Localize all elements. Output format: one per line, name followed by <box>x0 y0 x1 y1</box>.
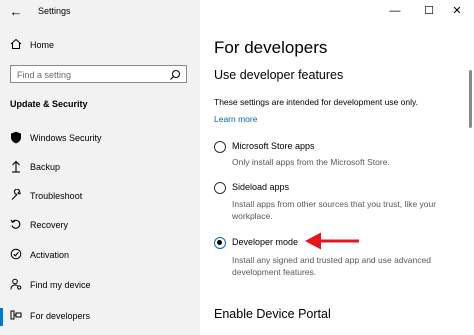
sidebar-item-find-my-device[interactable]: Find my device <box>0 273 200 299</box>
radio-developer-mode[interactable] <box>214 237 226 249</box>
activation-icon <box>9 248 23 262</box>
search-icon[interactable] <box>169 68 181 80</box>
main-content: — ☐ ✕ For developers Use developer featu… <box>200 0 474 335</box>
sidebar-item-label: Home <box>30 40 55 50</box>
sidebar-section-heading: Update & Security <box>10 99 88 109</box>
sidebar-item-label: For developers <box>30 311 91 321</box>
home-icon <box>9 38 23 52</box>
sidebar-item-label: Recovery <box>30 220 69 230</box>
sidebar-item-activation[interactable]: Activation <box>0 243 200 269</box>
radio-sideload-apps[interactable] <box>214 182 226 194</box>
section-description: These settings are intended for developm… <box>214 97 418 107</box>
minimize-button[interactable]: — <box>378 0 412 22</box>
radio-microsoft-store-apps[interactable] <box>214 141 226 153</box>
app-title: Settings <box>38 6 71 16</box>
page-title: For developers <box>214 38 328 57</box>
active-indicator <box>0 308 3 326</box>
sidebar-item-label: Backup <box>30 162 61 172</box>
section-heading-device-portal: Enable Device Portal <box>214 307 331 321</box>
sidebar-item-troubleshoot[interactable]: Troubleshoot <box>0 184 200 210</box>
search-input[interactable]: Find a setting <box>10 65 187 83</box>
scrollbar-thumb[interactable] <box>469 70 472 128</box>
red-arrow-annotation <box>305 232 359 250</box>
learn-more-link[interactable]: Learn more <box>214 114 257 124</box>
option-title: Sideload apps <box>232 182 290 192</box>
option-description: Only install apps from the Microsoft Sto… <box>232 157 390 167</box>
wrench-icon <box>9 188 23 203</box>
sidebar-item-for-developers[interactable]: For developers <box>0 304 200 330</box>
section-heading: Use developer features <box>214 68 344 82</box>
sidebar-item-windows-security[interactable]: Windows Security <box>0 126 200 152</box>
option-description: Install apps from other sources that you… <box>232 199 437 221</box>
option-description: Install any signed and trusted app and u… <box>232 255 431 277</box>
back-arrow-icon[interactable]: ← <box>8 4 24 20</box>
option-title: Microsoft Store apps <box>232 141 315 151</box>
backup-icon <box>9 160 23 174</box>
close-button[interactable]: ✕ <box>440 0 474 22</box>
option-title: Developer mode <box>232 237 299 247</box>
recovery-icon <box>9 218 23 232</box>
sidebar-item-backup[interactable]: Backup <box>0 155 200 181</box>
sidebar-item-label: Activation <box>30 250 70 260</box>
settings-sidebar: ← Settings Home Find a setting Update & … <box>0 0 200 335</box>
sidebar-item-recovery[interactable]: Recovery <box>0 213 200 239</box>
sidebar-item-label: Windows Security <box>30 133 102 143</box>
shield-icon <box>9 131 23 145</box>
sidebar-item-label: Find my device <box>30 280 91 290</box>
search-placeholder: Find a setting <box>17 70 72 80</box>
person-location-icon <box>9 278 23 292</box>
sidebar-item-label: Troubleshoot <box>30 191 83 201</box>
developer-icon <box>9 309 23 323</box>
title-bar: ← Settings <box>0 0 200 24</box>
sidebar-item-home[interactable]: Home <box>0 33 200 59</box>
